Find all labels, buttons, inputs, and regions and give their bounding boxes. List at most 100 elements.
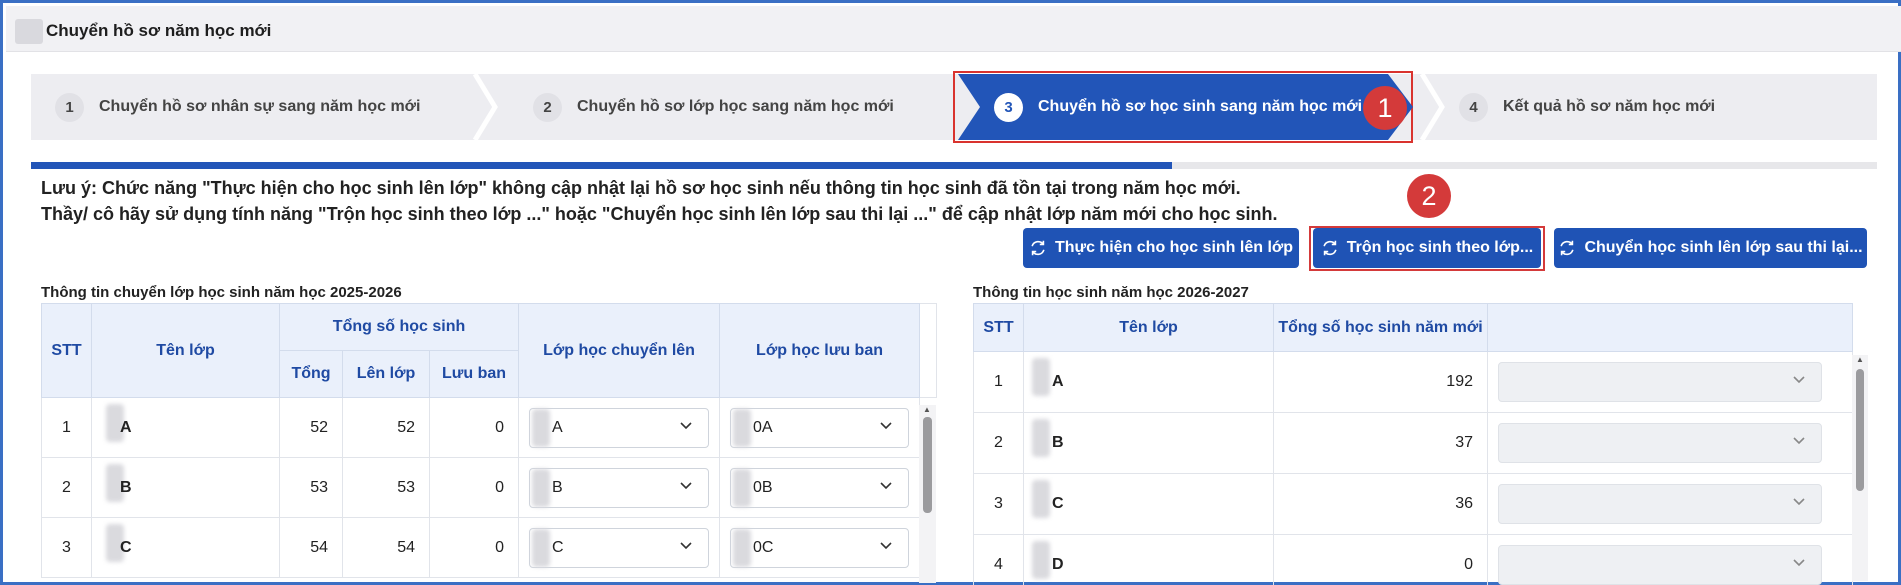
- to-class-select[interactable]: A: [529, 407, 710, 448]
- row-stt: 1: [973, 351, 1024, 413]
- row-stt: 4: [973, 534, 1024, 585]
- col-header-class: Tên lớp: [1023, 303, 1274, 352]
- right-table-scrollbar[interactable]: ▲: [1852, 355, 1868, 581]
- chevron-down-icon: [880, 421, 892, 429]
- button-label: Chuyển học sinh lên lớp sau thi lại...: [1584, 239, 1863, 256]
- to-class-select[interactable]: B: [529, 467, 710, 508]
- row-class: B: [1023, 412, 1274, 474]
- row-stt: 2: [41, 457, 92, 518]
- scroll-up-icon[interactable]: ▲: [923, 405, 931, 414]
- col-header-total-group: Tổng số học sinh: [278, 303, 520, 351]
- col-header-retained: Lưu ban: [428, 350, 520, 398]
- row-total-new: 192: [1273, 351, 1488, 413]
- row-class: A: [91, 397, 280, 458]
- button-label: Trộn học sinh theo lớp...: [1346, 239, 1534, 256]
- note-line-2: Thầy/ cô hãy sử dụng tính năng "Trộn học…: [41, 204, 1278, 224]
- row-promoted: 54: [342, 517, 430, 578]
- row-class: B: [91, 457, 280, 518]
- row-total: 52: [279, 397, 343, 458]
- promote-students-button[interactable]: Thực hiện cho học sinh lên lớp: [1023, 228, 1299, 268]
- app-window: Chuyển hồ sơ năm học mới 1 Chuyển hồ sơ …: [0, 0, 1901, 585]
- row-stt: 1: [41, 397, 92, 458]
- annotation-marker-2: 2: [1407, 174, 1451, 218]
- row-retained: 0: [428, 397, 520, 458]
- step-label: Chuyển hồ sơ học sinh sang năm học mới: [1038, 98, 1363, 115]
- step-number: 1: [55, 92, 84, 122]
- refresh-icon: [1560, 240, 1575, 256]
- table-row: 2 B 37: [973, 412, 1853, 474]
- table-row: 1 A 52 52 0 A 0A: [41, 397, 937, 458]
- step-label: Chuyển hồ sơ nhân sự sang năm học mới: [99, 98, 421, 115]
- merge-class-select[interactable]: [1498, 423, 1822, 463]
- merge-class-select[interactable]: [1498, 362, 1822, 402]
- row-total: 54: [279, 517, 343, 578]
- row-stt: 3: [973, 473, 1024, 535]
- chevron-down-icon: [1793, 498, 1805, 506]
- row-stt: 2: [973, 412, 1024, 474]
- step-number: 3: [994, 92, 1023, 122]
- retained-class-select[interactable]: 0A: [730, 407, 910, 448]
- merge-class-select[interactable]: [1498, 484, 1822, 524]
- row-class: C: [1023, 473, 1274, 535]
- left-table-scrollbar[interactable]: ▲: [919, 405, 936, 583]
- chevron-down-icon: [880, 541, 892, 549]
- class-transfer-table: STT Tên lớp Tổng số học sinh Lớp học chu…: [41, 303, 938, 578]
- retained-class-select[interactable]: 0B: [730, 467, 910, 508]
- step-1[interactable]: 1 Chuyển hồ sơ nhân sự sang năm học mới: [55, 74, 421, 140]
- row-total-new: 0: [1273, 534, 1488, 585]
- scroll-thumb[interactable]: [1856, 369, 1864, 491]
- step-number: 4: [1459, 92, 1488, 122]
- retake-promote-button[interactable]: Chuyển học sinh lên lớp sau thi lại...: [1554, 228, 1867, 268]
- button-label: Thực hiện cho học sinh lên lớp: [1054, 239, 1294, 256]
- step-4[interactable]: 4 Kết quả hồ sơ năm học mới: [1459, 74, 1715, 140]
- scroll-header: [919, 303, 938, 398]
- col-header-to-class: Lớp học chuyển lên: [518, 303, 721, 398]
- chevron-down-icon: [680, 481, 692, 489]
- col-header-merge: [1487, 303, 1853, 352]
- table-row: 3 C 54 54 0 C 0C: [41, 517, 937, 578]
- chevron-down-icon: [1793, 559, 1805, 567]
- step-2[interactable]: 2 Chuyển hồ sơ lớp học sang năm học mới: [533, 74, 894, 140]
- row-retained: 0: [428, 517, 520, 578]
- merge-students-button[interactable]: Trộn học sinh theo lớp...: [1313, 228, 1541, 268]
- step-separator-icon: [1419, 74, 1445, 140]
- row-promoted: 53: [342, 457, 430, 518]
- left-table-title: Thông tin chuyển lớp học sinh năm học 20…: [41, 284, 402, 301]
- chevron-down-icon: [680, 541, 692, 549]
- chevron-down-icon: [680, 421, 692, 429]
- step-number: 2: [533, 92, 562, 122]
- col-header-promoted: Lên lớp: [342, 350, 430, 398]
- chevron-down-icon: [1793, 376, 1805, 384]
- page-title: Chuyển hồ sơ năm học mới: [46, 21, 272, 40]
- step-3[interactable]: 3 Chuyển hồ sơ học sinh sang năm học mới: [958, 74, 1413, 140]
- step-label: Chuyển hồ sơ lớp học sang năm học mới: [577, 98, 894, 115]
- annotation-marker-1: 1: [1363, 86, 1407, 130]
- merge-class-select[interactable]: [1498, 545, 1822, 585]
- to-class-select[interactable]: C: [529, 527, 710, 568]
- note-line-1: Lưu ý: Chức năng "Thực hiện cho học sinh…: [41, 178, 1241, 198]
- retained-class-select[interactable]: 0C: [730, 527, 910, 568]
- row-stt: 3: [41, 517, 92, 578]
- table-row: 4 D 0: [973, 534, 1853, 585]
- new-year-table: STT Tên lớp Tổng số học sinh năm mới 1 A…: [973, 303, 1853, 585]
- step-separator-icon: [472, 74, 498, 140]
- chevron-down-icon: [1793, 437, 1805, 445]
- row-total: 53: [279, 457, 343, 518]
- title-bar: Chuyển hồ sơ năm học mới: [6, 6, 1901, 52]
- row-retained: 0: [428, 457, 520, 518]
- col-header-stt: STT: [973, 303, 1024, 352]
- col-header-total-new: Tổng số học sinh năm mới: [1273, 303, 1488, 352]
- col-header-retained-class: Lớp học lưu ban: [719, 303, 921, 398]
- row-total-new: 37: [1273, 412, 1488, 474]
- table-row: 2 B 53 53 0 B 0B: [41, 457, 937, 518]
- right-table-title: Thông tin học sinh năm học 2026-2027: [973, 284, 1249, 301]
- table-row: 3 C 36: [973, 473, 1853, 535]
- scroll-up-icon[interactable]: ▲: [1856, 355, 1864, 364]
- refresh-icon: [1323, 240, 1337, 256]
- row-class: D: [1023, 534, 1274, 585]
- col-header-class: Tên lớp: [91, 303, 280, 398]
- row-promoted: 52: [342, 397, 430, 458]
- scroll-thumb[interactable]: [923, 417, 932, 513]
- row-class: C: [91, 517, 280, 578]
- table-row: 1 A 192: [973, 351, 1853, 413]
